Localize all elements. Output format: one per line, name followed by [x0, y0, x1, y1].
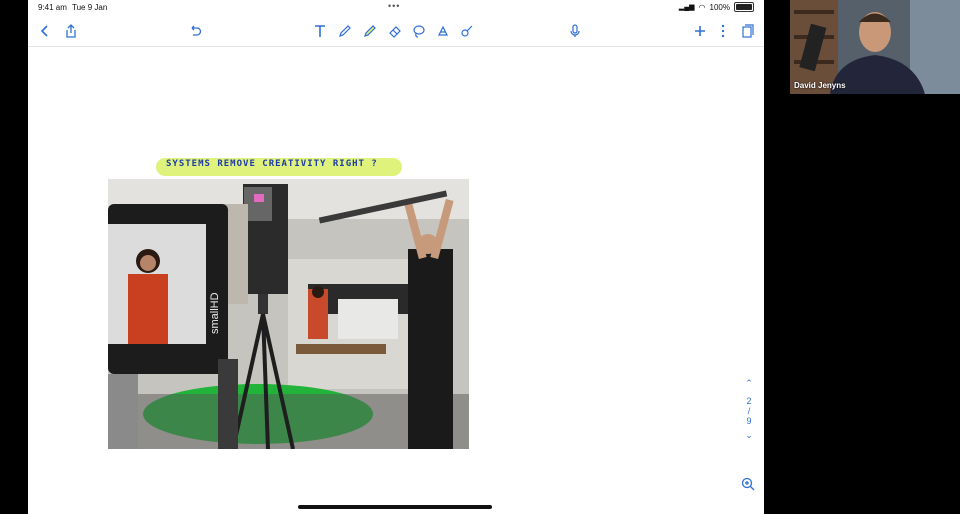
back-icon[interactable]: [36, 22, 54, 40]
text-tool-icon[interactable]: [311, 22, 329, 40]
share-icon[interactable]: [62, 22, 80, 40]
ipad-screen: 9:41 am Tue 9 Jan ••• ▂▄▆ ◠ 100% SYSTEMS…: [28, 0, 764, 514]
lasso-tool-icon[interactable]: [410, 22, 428, 40]
more-icon[interactable]: [714, 22, 732, 40]
participant-feed: [790, 0, 960, 94]
status-time: 9:41 am: [38, 3, 67, 12]
status-bar: 9:41 am Tue 9 Jan ••• ▂▄▆ ◠ 100%: [28, 0, 764, 16]
signal-icon: ▂▄▆: [678, 4, 695, 11]
page-up-icon[interactable]: ⌃: [740, 378, 758, 388]
monitor-brand-label: smallHD: [209, 292, 221, 334]
studio-photo: smallHD: [108, 179, 469, 449]
inserted-photo[interactable]: smallHD: [108, 179, 469, 449]
battery-label: 100%: [709, 2, 730, 12]
participant-name: David Jenyns: [794, 81, 846, 90]
pen-tool-icon[interactable]: [336, 22, 354, 40]
wifi-icon: ◠: [698, 2, 706, 12]
undo-icon[interactable]: [186, 22, 204, 40]
image-tool-icon[interactable]: [434, 22, 452, 40]
eraser-tool-icon[interactable]: [386, 22, 404, 40]
page-down-icon[interactable]: ⌄: [740, 430, 758, 440]
home-indicator[interactable]: [298, 505, 492, 509]
page-navigator: ⌃ 2 / 9 ⌄: [740, 378, 758, 440]
page-separator: /: [747, 406, 751, 416]
handwritten-note: SYSTEMS REMOVE CREATIVITY RIGHT ?: [166, 159, 378, 169]
status-right: ▂▄▆ ◠ 100%: [679, 2, 754, 12]
add-icon[interactable]: [691, 22, 709, 40]
note-canvas[interactable]: SYSTEMS REMOVE CREATIVITY RIGHT ? smallH…: [28, 46, 764, 514]
battery-icon: [734, 2, 754, 12]
multitask-dots[interactable]: •••: [388, 1, 400, 11]
status-date: Tue 9 Jan: [72, 3, 108, 12]
shape-tool-icon[interactable]: [458, 22, 476, 40]
toolbar: [28, 16, 764, 47]
zoom-icon[interactable]: [740, 476, 758, 494]
pages-icon[interactable]: [738, 22, 756, 40]
highlighter-tool-icon[interactable]: [361, 22, 379, 40]
mic-icon[interactable]: [566, 22, 584, 40]
current-page: 2: [746, 396, 752, 406]
participant-video: David Jenyns: [790, 0, 960, 94]
total-pages: 9: [746, 416, 752, 426]
